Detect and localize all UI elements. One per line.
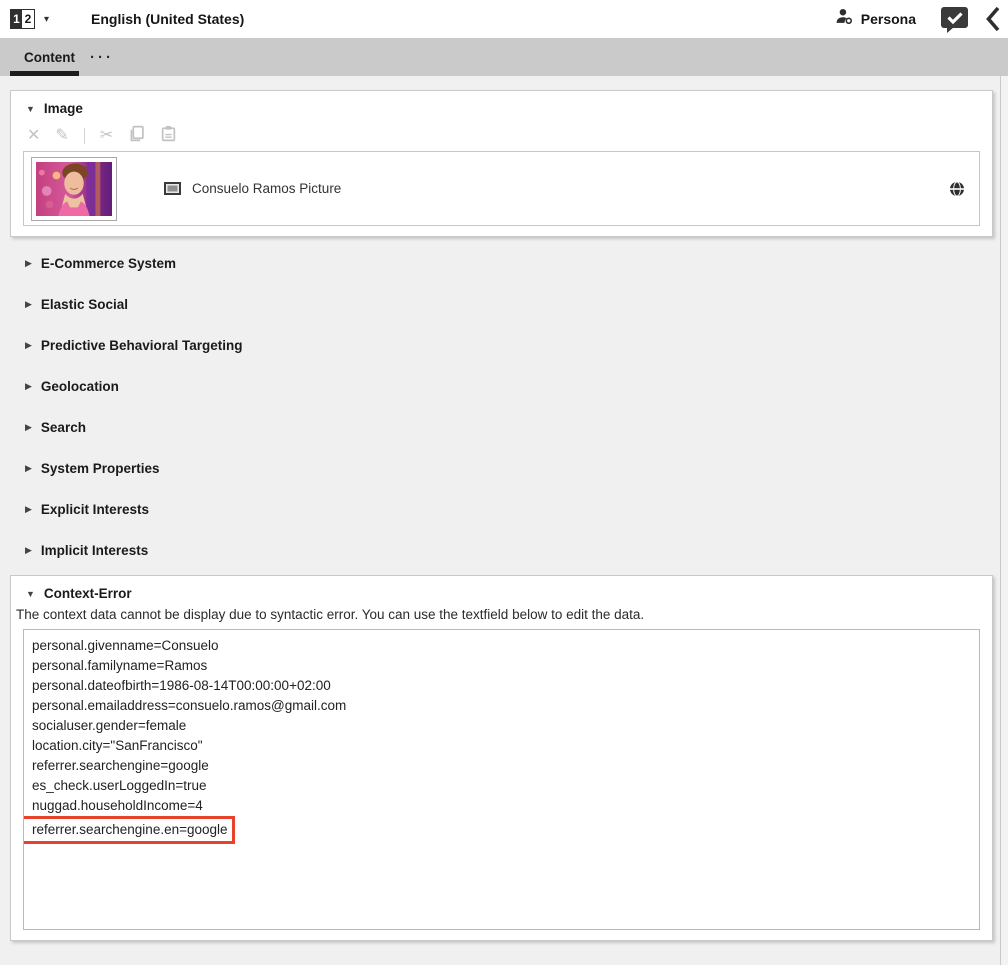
context-line: referrer.searchengine=google <box>32 756 971 776</box>
image-item-label: Consuelo Ramos Picture <box>192 181 341 196</box>
context-data-textarea[interactable]: personal.givenname=Consuelo personal.fam… <box>23 629 980 930</box>
section-label: E-Commerce System <box>41 256 176 271</box>
header-bar: 1 2 ▾ English (United States) Persona <box>0 0 1008 38</box>
context-line: personal.emailaddress=consuelo.ramos@gma… <box>32 696 971 716</box>
context-line: es_check.userLoggedIn=true <box>32 776 971 796</box>
header-actions: Persona <box>835 6 1008 33</box>
section-label: Predictive Behavioral Targeting <box>41 338 243 353</box>
section-label: Search <box>41 420 86 435</box>
context-line: socialuser.gender=female <box>32 716 971 736</box>
globe-icon[interactable] <box>949 181 965 197</box>
context-line: location.city="SanFrancisco" <box>32 736 971 756</box>
persona-label: Persona <box>861 11 916 27</box>
section-system-properties[interactable]: ▶ System Properties <box>10 448 993 489</box>
section-geolocation[interactable]: ▶ Geolocation <box>10 366 993 407</box>
tab-overflow-button[interactable]: ··· <box>90 38 114 76</box>
approval-bubble-icon[interactable] <box>940 6 969 33</box>
image-panel-title: Image <box>44 101 83 116</box>
context-line-highlighted: referrer.searchengine.en=google <box>32 816 971 844</box>
collapse-collapsed-icon: ▶ <box>25 299 32 310</box>
collapse-sidebar-icon[interactable] <box>985 6 1000 32</box>
context-line: nuggad.householdIncome=4 <box>32 796 971 816</box>
collapse-collapsed-icon: ▶ <box>25 258 32 269</box>
form-scroll-area: ▼ Image ✕ ✎ ✂ <box>0 76 1008 965</box>
image-toolbar: ✕ ✎ ✂ <box>11 116 992 146</box>
section-elastic-social[interactable]: ▶ Elastic Social <box>10 284 993 325</box>
context-line: personal.familyname=Ramos <box>32 656 971 676</box>
section-explicit-interests[interactable]: ▶ Explicit Interests <box>10 489 993 530</box>
collapse-expanded-icon: ▼ <box>26 589 35 599</box>
section-label: Elastic Social <box>41 297 128 312</box>
section-search[interactable]: ▶ Search <box>10 407 993 448</box>
context-line: personal.dateofbirth=1986-08-14T00:00:00… <box>32 676 971 696</box>
collapsed-sections: ▶ E-Commerce System ▶ Elastic Social ▶ P… <box>10 243 993 571</box>
image-panel-header[interactable]: ▼ Image <box>11 91 992 116</box>
scrollbar-track[interactable] <box>1000 76 1008 965</box>
copy-icon[interactable] <box>128 125 145 146</box>
context-error-description: The context data cannot be display due t… <box>16 607 984 622</box>
version-left-cell: 1 <box>11 10 22 28</box>
picture-type-icon <box>164 182 181 195</box>
locale-label: English (United States) <box>91 11 244 27</box>
section-predictive-behavioral-targeting[interactable]: ▶ Predictive Behavioral Targeting <box>10 325 993 366</box>
collapse-collapsed-icon: ▶ <box>25 381 32 392</box>
remove-icon[interactable]: ✕ <box>27 128 40 144</box>
section-label: Implicit Interests <box>41 543 148 558</box>
version-dropdown-icon[interactable]: ▾ <box>44 14 49 25</box>
persona-menu[interactable]: Persona <box>835 7 916 31</box>
section-label: Geolocation <box>41 379 119 394</box>
collapse-expanded-icon: ▼ <box>26 104 35 114</box>
image-panel: ▼ Image ✕ ✎ ✂ <box>10 90 993 237</box>
version-selector[interactable]: 1 2 <box>10 9 35 29</box>
section-implicit-interests[interactable]: ▶ Implicit Interests <box>10 530 993 571</box>
collapse-collapsed-icon: ▶ <box>25 422 32 433</box>
section-label: Explicit Interests <box>41 502 149 517</box>
context-error-header[interactable]: ▼ Context-Error <box>11 576 992 601</box>
tab-bar: Content ··· <box>0 38 1008 76</box>
persona-icon <box>835 7 854 31</box>
image-link-item[interactable]: Consuelo Ramos Picture <box>23 151 980 226</box>
context-line: referrer.searchengine.en=google <box>32 820 228 840</box>
context-line: personal.givenname=Consuelo <box>32 636 971 656</box>
image-thumbnail[interactable] <box>31 157 117 221</box>
error-highlight-box: referrer.searchengine.en=google <box>23 816 235 844</box>
collapse-collapsed-icon: ▶ <box>25 340 32 351</box>
edit-icon[interactable]: ✎ <box>55 128 68 144</box>
section-ecommerce-system[interactable]: ▶ E-Commerce System <box>10 243 993 284</box>
version-right-cell: 2 <box>22 10 34 28</box>
collapse-collapsed-icon: ▶ <box>25 545 32 556</box>
context-error-panel: ▼ Context-Error The context data cannot … <box>10 575 993 941</box>
context-error-title: Context-Error <box>44 586 132 601</box>
paste-icon[interactable] <box>160 125 177 146</box>
collapse-collapsed-icon: ▶ <box>25 504 32 515</box>
toolbar-separator <box>84 128 85 144</box>
cut-icon[interactable]: ✂ <box>100 128 113 144</box>
collapse-collapsed-icon: ▶ <box>25 463 32 474</box>
section-label: System Properties <box>41 461 160 476</box>
persona-editor-window: 1 2 ▾ English (United States) Persona <box>0 0 1008 965</box>
